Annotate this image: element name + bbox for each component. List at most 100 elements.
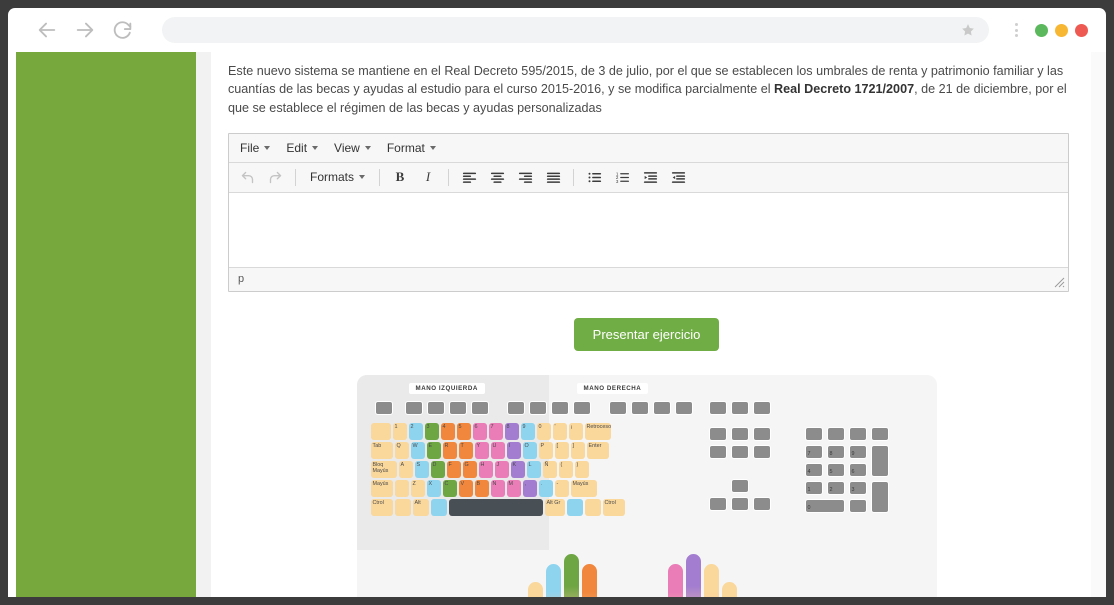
- browser-nav-buttons: [36, 19, 134, 41]
- function-key-4: [470, 400, 489, 415]
- key-qwerty-[: [: [554, 441, 569, 459]
- key-shift-Z: Z: [410, 479, 425, 497]
- key-num-9: 9: [520, 422, 535, 440]
- key-num-7: 7: [488, 422, 503, 440]
- key-shift-Mayús: Mayús: [570, 479, 597, 497]
- editor-statusbar: p: [229, 266, 1068, 291]
- numpad-key-0: 0: [804, 498, 845, 513]
- key-qwerty-P: P: [538, 441, 553, 459]
- key-bottom-Alt Gr: Alt Gr: [544, 498, 565, 516]
- menu-format[interactable]: Format: [379, 138, 444, 158]
- key-bottom-1: [394, 498, 411, 516]
- key-home-(: (: [558, 460, 573, 478]
- align-left-icon[interactable]: [456, 166, 482, 188]
- key-home-): ): [574, 460, 589, 478]
- key-num-6: 6: [472, 422, 487, 440]
- key-num-0: 0: [536, 422, 551, 440]
- key-shift-,: ,: [522, 479, 537, 497]
- left-finger-2: [563, 553, 579, 597]
- key-num-3: 3: [424, 422, 439, 440]
- element-path[interactable]: p: [238, 273, 244, 285]
- key-shift-Mayús: Mayús: [370, 479, 393, 497]
- key-num-0: [370, 422, 391, 440]
- key-qwerty-W: W: [410, 441, 425, 459]
- align-center-icon[interactable]: [484, 166, 510, 188]
- rich-text-editor: File Edit View Format Formats B I 1 2 3 …: [228, 132, 1069, 292]
- editor-toolbar: Formats B I 1 2 3: [229, 162, 1068, 193]
- keyboard-diagram-wrap: MANO IZQUIERDA MANO DERECHA 1 2 3 4 5 6 7 8 9 0 ' ¡…: [220, 374, 1073, 597]
- nav-key-top-2: [752, 400, 771, 415]
- address-input[interactable]: [176, 22, 961, 38]
- key-home-Bloq Mayús: Bloq Mayús: [370, 460, 397, 478]
- keyboard-header-left: MANO IZQUIERDA: [408, 382, 485, 394]
- key-bottom-Alt: Alt: [412, 498, 429, 516]
- function-key-7: [550, 400, 569, 415]
- screen-root: Este nuevo sistema se mantiene en el Rea…: [0, 0, 1114, 605]
- key-qwerty-Enter: Enter: [586, 441, 609, 459]
- kebab-menu-icon[interactable]: [1007, 23, 1025, 37]
- key-bottom-7: [584, 498, 601, 516]
- undo-icon[interactable]: [234, 166, 260, 188]
- key-qwerty-Q: Q: [394, 441, 409, 459]
- align-right-icon[interactable]: [512, 166, 538, 188]
- key-qwerty-Tab: Tab: [370, 441, 393, 459]
- star-icon[interactable]: [961, 23, 975, 37]
- key-bottom-6: [566, 498, 583, 516]
- intro-text-bold: Real Decreto 1721/2007: [774, 82, 915, 97]
- key-num-8: 8: [504, 422, 519, 440]
- function-key-6: [528, 400, 547, 415]
- key-home-F: F: [446, 460, 461, 478]
- key-shift-X: X: [426, 479, 441, 497]
- submit-exercise-button[interactable]: Presentar ejercicio: [573, 317, 720, 351]
- menu-view-label: View: [334, 140, 360, 155]
- numpad-op-3: [870, 426, 889, 441]
- numpad-key-2: 2: [826, 480, 845, 495]
- editor-textarea[interactable]: [229, 192, 1068, 267]
- nav-key-top-1: [730, 400, 749, 415]
- resize-handle-icon[interactable]: [1054, 277, 1065, 288]
- numbered-list-icon[interactable]: 123: [609, 166, 635, 188]
- key-bottom-Ctrol: Ctrol: [370, 498, 393, 516]
- arrow-left-icon[interactable]: [36, 19, 58, 41]
- left-finger-3: [581, 563, 597, 597]
- align-justify-icon[interactable]: [540, 166, 566, 188]
- svg-text:3: 3: [615, 179, 618, 184]
- key-num-5: 5: [456, 422, 471, 440]
- key-home-G: G: [462, 460, 477, 478]
- menu-edit[interactable]: Edit: [278, 138, 326, 158]
- key-bottom-Ctrol: Ctrol: [602, 498, 625, 516]
- numpad-key-4: 4: [804, 462, 823, 477]
- page-scrollbar[interactable]: [1091, 52, 1106, 597]
- menu-file-label: File: [240, 140, 260, 155]
- editor-body[interactable]: [229, 192, 1068, 267]
- bold-button[interactable]: B: [387, 166, 413, 188]
- key-shift-C: C: [442, 479, 457, 497]
- key-home-H: H: [478, 460, 493, 478]
- intro-paragraph: Este nuevo sistema se mantiene en el Rea…: [220, 62, 1073, 117]
- redo-icon[interactable]: [262, 166, 288, 188]
- menu-view[interactable]: View: [326, 138, 379, 158]
- formats-dropdown[interactable]: Formats: [303, 167, 372, 187]
- minimize-dot[interactable]: [1055, 23, 1068, 37]
- key-home-K: K: [510, 460, 525, 478]
- nav-key-0-1: [730, 426, 749, 441]
- maximize-dot[interactable]: [1035, 23, 1048, 37]
- function-key-2: [426, 400, 445, 415]
- browser-chrome: [8, 8, 1106, 52]
- key-num-4: 4: [440, 422, 455, 440]
- menu-edit-label: Edit: [286, 140, 308, 155]
- reload-icon[interactable]: [112, 19, 134, 41]
- arrow-right-icon[interactable]: [74, 19, 96, 41]
- numpad-key-1: 1: [804, 480, 823, 495]
- function-key-12: [674, 400, 693, 415]
- close-dot[interactable]: [1075, 23, 1088, 37]
- outdent-icon[interactable]: [637, 166, 663, 188]
- address-bar[interactable]: [162, 17, 989, 43]
- menu-file[interactable]: File: [232, 138, 278, 158]
- right-finger-1: [685, 553, 701, 597]
- key-shift-V: V: [458, 479, 473, 497]
- bullet-list-icon[interactable]: [581, 166, 607, 188]
- italic-button[interactable]: I: [415, 166, 441, 188]
- indent-icon[interactable]: [665, 166, 691, 188]
- right-finger-3: [721, 581, 737, 597]
